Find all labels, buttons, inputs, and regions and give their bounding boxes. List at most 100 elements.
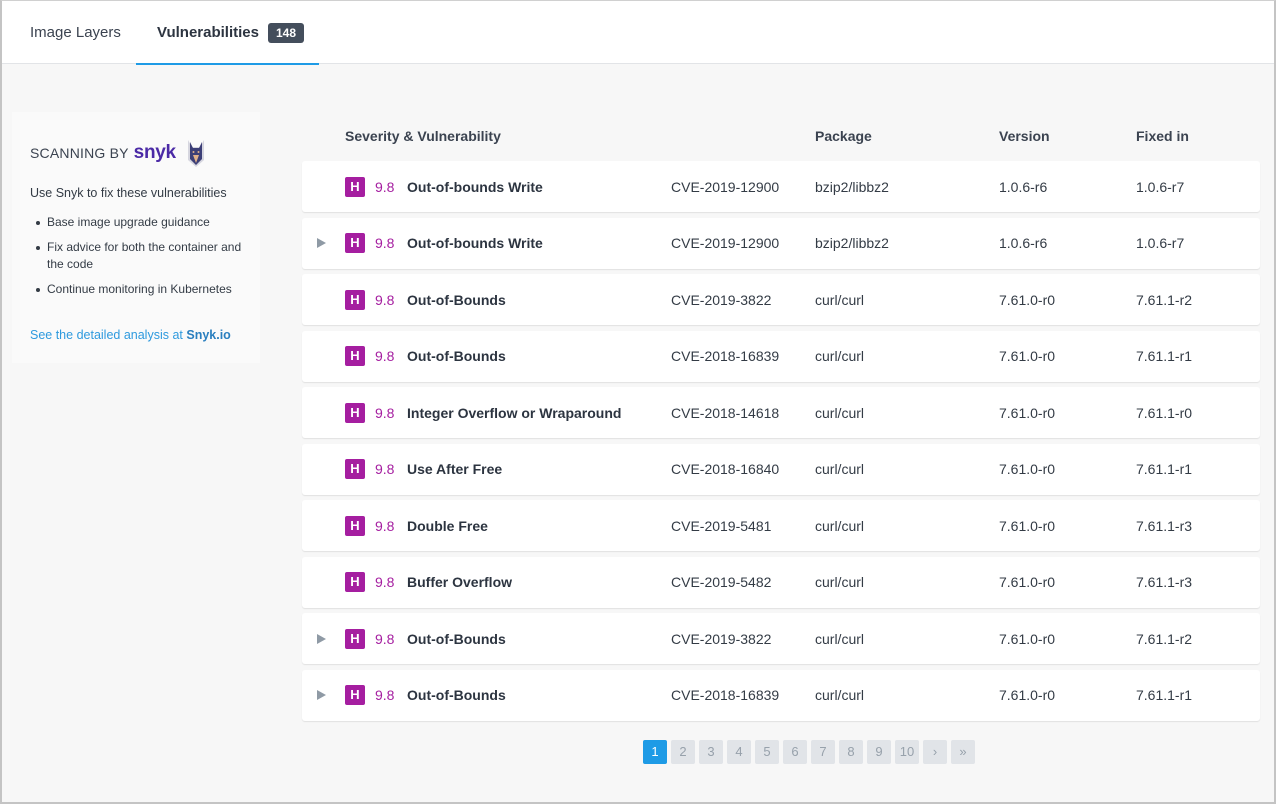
severity-badge: H [345, 289, 365, 310]
package-name: bzip2/libbz2 [815, 178, 889, 195]
page-button[interactable]: 1 [643, 740, 667, 764]
app-window: Image Layers Vulnerabilities 148 SCANNIN… [0, 0, 1276, 804]
expand-arrow-icon[interactable] [317, 238, 326, 248]
next-page-button[interactable]: › [923, 740, 947, 764]
package-name: curl/curl [815, 574, 865, 590]
page-button[interactable]: 3 [699, 740, 723, 764]
cvss-score: 9.8 [375, 178, 395, 195]
header-package[interactable]: Package [815, 128, 872, 144]
tab-vulnerabilities[interactable]: Vulnerabilities 148 [136, 1, 319, 65]
severity-badge: H [345, 515, 365, 536]
cvss-score: 9.8 [375, 687, 395, 703]
package-version: 1.0.6-r6 [999, 235, 1048, 251]
header-severity-vulnerability[interactable]: Severity & Vulnerability [345, 128, 501, 144]
list-item: Fix advice for both the container and th… [34, 239, 244, 273]
snyk-info-panel: SCANNING BY snyk Use Snyk to fix these v… [12, 112, 260, 363]
page-button[interactable]: 7 [811, 740, 835, 764]
vulnerability-title: Out-of-Bounds [407, 348, 506, 364]
snyk-analysis-link[interactable]: See the detailed analysis at Snyk.io [30, 328, 231, 342]
page-button[interactable]: 10 [895, 740, 919, 764]
cvss-score: 9.8 [375, 630, 395, 647]
table-row[interactable]: H 9.8 Use After Free CVE-2018-16840 curl/cur… [302, 443, 1260, 495]
pagination: 1 2 3 4 5 6 7 8 9 10 ›» [643, 740, 979, 764]
table-row[interactable]: H 9.8 Out-of-bounds Write CVE-2019-12900 bzi… [302, 161, 1260, 212]
severity-badge: H [345, 685, 365, 705]
package-name: curl/curl [815, 630, 865, 647]
table-row[interactable]: H 9.8 Out-of-bounds Write CVE-2019-12900 bzi… [302, 217, 1260, 269]
package-version: 1.0.6-r6 [999, 178, 1048, 195]
severity-badge: H [345, 628, 365, 649]
package-name: curl/curl [815, 348, 865, 364]
package-version: 7.61.0-r0 [999, 291, 1056, 308]
cve-id: CVE-2019-12900 [671, 235, 780, 251]
package-version: 7.61.0-r0 [999, 517, 1056, 534]
cve-id: CVE-2019-3822 [671, 291, 772, 308]
table-row[interactable]: H 9.8 Buffer Overflow CVE-2019-5482 curl/cur… [302, 556, 1260, 608]
snyk-description: Use Snyk to fix these vulnerabilities [30, 186, 227, 200]
package-version: 7.61.0-r0 [999, 630, 1056, 647]
last-page-button[interactable]: » [951, 740, 975, 764]
fixed-in-version: 7.61.1-r1 [1136, 461, 1193, 477]
page-button[interactable]: 2 [671, 740, 695, 764]
cve-id: CVE-2019-3822 [671, 630, 772, 647]
table-row[interactable]: H 9.8 Integer Overflow or Wraparound CVE-20… [302, 387, 1260, 438]
vulnerability-title: Buffer Overflow [407, 574, 513, 590]
vulnerability-title: Integer Overflow or Wraparound [407, 404, 622, 421]
package-name: curl/curl [815, 404, 865, 421]
page-button[interactable]: 6 [783, 740, 807, 764]
page-button[interactable]: 5 [755, 740, 779, 764]
table-row[interactable]: H 9.8 Out-of-Bounds CVE-2018-16839 curl/curl… [302, 669, 1260, 721]
severity-badge: H [345, 233, 365, 253]
fixed-in-version: 7.61.1-r2 [1136, 291, 1193, 308]
severity-badge: H [345, 572, 365, 592]
fixed-in-version: 7.61.1-r1 [1136, 687, 1193, 703]
cvss-score: 9.8 [375, 461, 395, 477]
vulnerability-title: Out-of-Bounds [407, 630, 506, 647]
package-version: 7.61.0-r0 [999, 404, 1056, 421]
expand-arrow-icon[interactable] [317, 690, 326, 700]
cve-id: CVE-2018-16840 [671, 461, 780, 477]
package-name: curl/curl [815, 517, 865, 534]
package-name: curl/curl [815, 291, 865, 308]
vulnerability-count-badge: 148 [267, 22, 305, 43]
tab-image-layers[interactable]: Image Layers [30, 1, 121, 64]
table-row[interactable]: H 9.8 Out-of-Bounds CVE-2019-3822 curl/curl 7… [302, 274, 1260, 325]
cve-id: CVE-2018-16839 [671, 348, 780, 364]
page-button[interactable]: 4 [727, 740, 751, 764]
package-name: curl/curl [815, 687, 865, 703]
table-row[interactable]: H 9.8 Out-of-Bounds CVE-2018-16839 curl/curl… [302, 330, 1260, 382]
fixed-in-version: 7.61.1-r3 [1136, 574, 1193, 590]
page-button[interactable]: 8 [839, 740, 863, 764]
severity-badge: H [345, 176, 365, 197]
cve-id: CVE-2019-5482 [671, 574, 772, 590]
package-version: 7.61.0-r0 [999, 348, 1056, 364]
snyk-logo-text: snyk [133, 142, 176, 163]
severity-badge: H [345, 459, 365, 479]
vulnerability-title: Use After Free [407, 461, 503, 477]
tab-label: Vulnerabilities [157, 24, 259, 41]
list-item: Base image upgrade guidance [34, 214, 244, 231]
snyk-dog-icon [187, 140, 204, 167]
fixed-in-version: 7.61.1-r3 [1136, 517, 1193, 534]
table-row[interactable]: H 9.8 Out-of-Bounds CVE-2019-3822 curl/curl 7… [302, 613, 1260, 664]
header-version[interactable]: Version [999, 128, 1050, 144]
fixed-in-version: 7.61.1-r1 [1136, 348, 1193, 364]
cvss-score: 9.8 [375, 291, 395, 308]
vulnerability-title: Out-of-Bounds [407, 687, 506, 703]
fixed-in-version: 7.61.1-r2 [1136, 630, 1193, 647]
table-row[interactable]: H 9.8 Double Free CVE-2019-5481 curl/curl 7.6… [302, 500, 1260, 551]
expand-arrow-icon[interactable] [317, 633, 326, 644]
page-button[interactable]: 9 [867, 740, 891, 764]
severity-badge: H [345, 346, 365, 366]
package-version: 7.61.0-r0 [999, 574, 1056, 590]
vulnerability-title: Out-of-bounds Write [407, 178, 543, 195]
cvss-score: 9.8 [375, 404, 395, 421]
tab-bar: Image Layers Vulnerabilities 148 [2, 1, 1274, 65]
fixed-in-version: 1.0.6-r7 [1136, 235, 1185, 251]
cvss-score: 9.8 [375, 348, 395, 364]
scanning-by-heading: SCANNING BY snyk [30, 138, 206, 168]
package-name: bzip2/libbz2 [815, 235, 889, 251]
link-target: Snyk.io [186, 328, 231, 342]
package-name: curl/curl [815, 461, 865, 477]
header-fixed-in[interactable]: Fixed in [1136, 128, 1189, 144]
